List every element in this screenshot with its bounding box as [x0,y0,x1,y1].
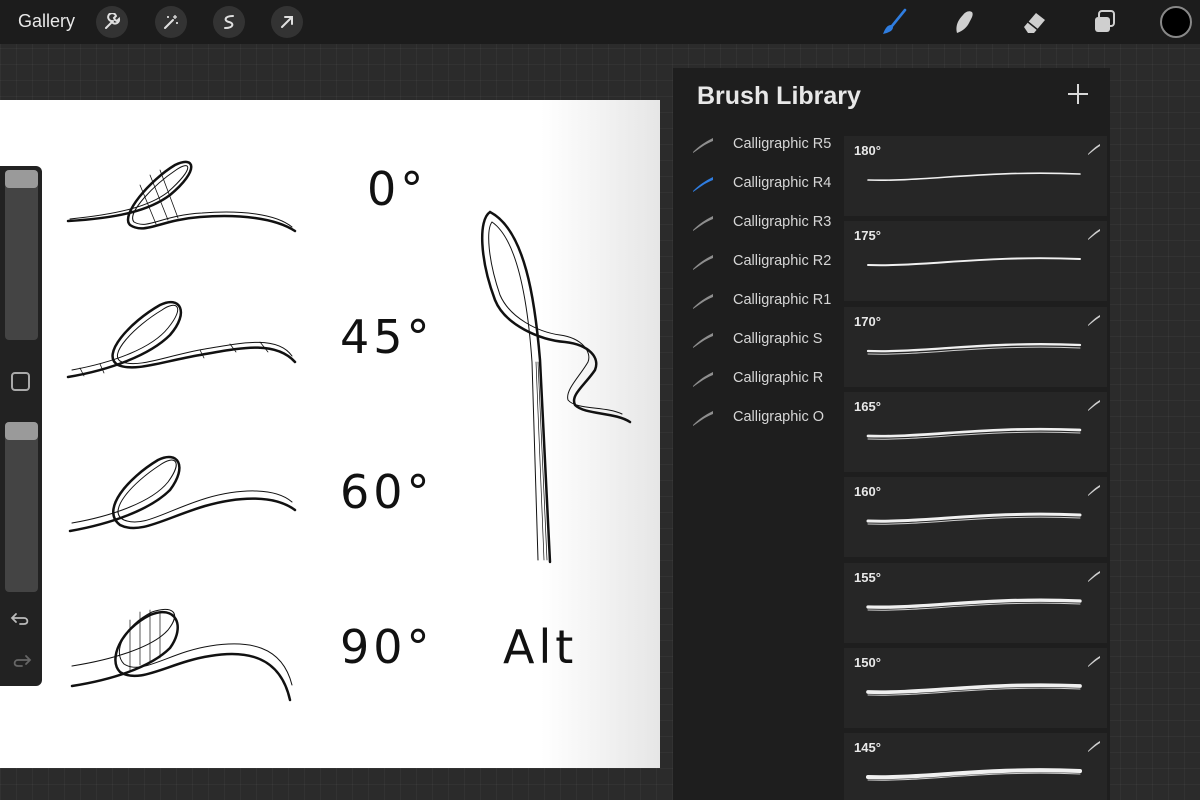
stroke-60-degrees [68,455,297,533]
panel-title: Brush Library [697,82,861,110]
brush-stroke-icon [1087,739,1101,753]
brush-item[interactable]: Calligraphic R5 [687,132,837,162]
brush-item-label: Calligraphic O [733,409,825,425]
magic-wand-icon[interactable] [155,6,187,38]
brush-stroke-icon [1087,227,1101,241]
stroke-preview [866,683,1082,696]
variant-label: 180° [854,143,881,158]
brush-stroke-icon [691,329,715,351]
stroke-45-degrees [66,300,297,379]
brush-item-label: Calligraphic R2 [733,253,832,269]
brush-stroke-icon [691,368,715,390]
brush-variant-card[interactable]: 160° [844,477,1107,558]
brush-item-label: Calligraphic R5 [733,136,832,152]
modify-button[interactable] [11,372,30,391]
brush-item[interactable]: Calligraphic O [687,405,837,435]
variant-label: 175° [854,228,881,244]
brush-item-label: Calligraphic R3 [733,214,832,230]
variant-label: 165° [854,398,881,414]
variant-label: 150° [854,654,881,670]
stroke-preview [866,342,1082,355]
brush-item[interactable]: Calligraphic R [687,366,837,396]
gallery-button[interactable]: Gallery [18,11,75,32]
smudge-icon[interactable] [948,6,980,38]
brush-stroke-icon [691,173,715,195]
brush-variant-card[interactable]: 150° [844,647,1107,728]
brush-stroke-icon [691,212,715,234]
brush-item[interactable]: Calligraphic R1 [687,288,837,318]
stroke-preview [865,768,1083,781]
stroke-preview [867,172,1081,182]
brush-stroke-icon [1087,398,1101,412]
brush-item-label: Calligraphic R4 [733,175,832,191]
brush-item[interactable]: Calligraphic R3 [687,210,837,240]
brush-size-slider[interactable] [5,170,38,340]
stroke-preview [867,257,1081,267]
brush-stroke-icon [691,407,715,429]
brush-item-label: Calligraphic R1 [733,292,832,308]
brush-stroke-icon [1087,569,1101,583]
variant-label: 170° [854,313,881,329]
redo-icon[interactable] [10,652,32,670]
brush-variant-card[interactable]: 145° [844,733,1107,800]
brush-variant-card[interactable]: 165° [844,391,1107,472]
variant-label: 155° [854,569,881,585]
brush-item-label: Calligraphic R [733,370,824,386]
brush-stroke-icon [691,134,715,156]
brush-stroke-icon [1087,142,1101,156]
eraser-icon[interactable] [1018,6,1050,38]
left-sidebar [0,166,42,686]
brush-stroke-icon [1087,483,1101,497]
opacity-thumb[interactable] [5,422,38,440]
brush-stroke-icon [1087,654,1101,668]
brush-icon[interactable] [878,6,910,38]
brush-variant-card[interactable]: 180° [844,136,1107,216]
brush-variant-card[interactable]: 155° [844,562,1107,643]
stroke-preview [866,598,1082,611]
label-45-degrees: 45° [340,310,434,364]
stroke-preview [866,427,1082,440]
stroke-alt [481,210,632,564]
brush-variant-card[interactable]: 170° [844,306,1107,387]
variant-label: 160° [854,484,881,500]
brush-library-panel: Brush Library Calligraphic R5 Calligraphi… [673,68,1110,800]
brush-size-thumb[interactable] [5,170,38,188]
opacity-slider[interactable] [5,422,38,592]
label-90-degrees: 90° [340,620,434,674]
stroke-90-degrees [70,608,293,702]
drawing-canvas[interactable]: 0° 45° 60° 90° Alt [0,100,660,768]
brush-stroke-icon [1087,313,1101,327]
brush-item[interactable]: Calligraphic R4 [687,171,837,201]
brush-item-label: Calligraphic S [733,331,823,347]
undo-icon[interactable] [10,610,32,628]
brush-item[interactable]: Calligraphic S [687,327,837,357]
selection-icon[interactable] [213,6,245,38]
label-alt: Alt [503,620,578,674]
label-60-degrees: 60° [340,465,434,519]
label-0-degrees: 0° [367,162,428,216]
color-picker-button[interactable] [1160,6,1192,38]
variant-label: 145° [854,740,881,756]
stroke-0-degrees [66,160,297,233]
top-toolbar: Gallery [0,0,1200,44]
add-brush-icon[interactable] [1066,82,1090,106]
brush-stroke-icon [691,251,715,273]
brush-stroke-icon [691,290,715,312]
transform-arrow-icon[interactable] [271,6,303,38]
wrench-icon[interactable] [96,6,128,38]
stroke-preview [866,512,1082,525]
layers-icon[interactable] [1089,6,1121,38]
brush-item[interactable]: Calligraphic R2 [687,249,837,279]
brush-variant-card[interactable]: 175° [844,221,1107,302]
